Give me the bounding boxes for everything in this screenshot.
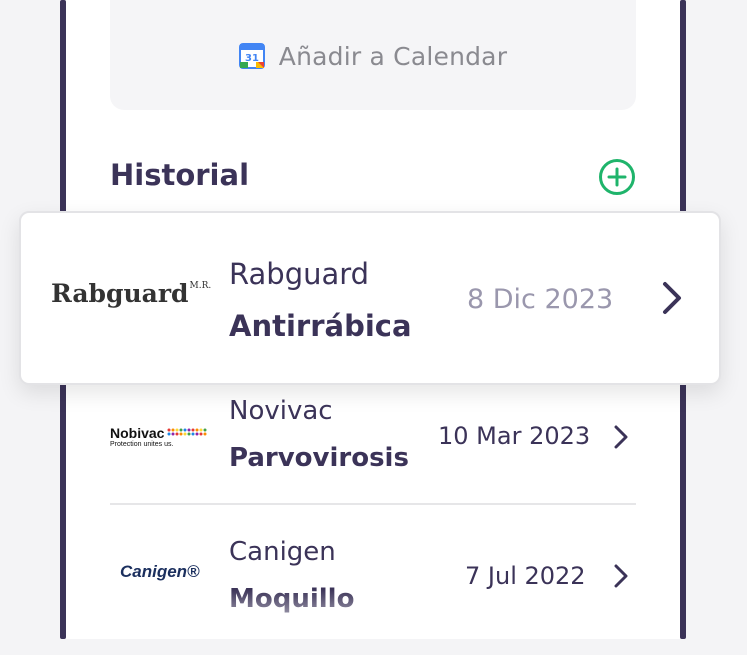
vaccine-name: Canigen [229, 537, 336, 567]
nobivac-logo: Nobivac Protection unites us. [110, 423, 209, 448]
vaccine-date: 7 Jul 2022 [465, 562, 586, 590]
vaccine-type: Parvovirosis [229, 443, 409, 473]
rabguard-logo: RabguardM.R. [51, 279, 212, 308]
plus-circle-icon[interactable] [597, 157, 637, 197]
add-to-calendar-label: Añadir a Calendar [278, 41, 508, 71]
vaccine-date: 10 Mar 2023 [438, 422, 591, 450]
chevron-right-icon [613, 564, 629, 592]
add-to-calendar-button[interactable]: 31 Añadir a Calendar [110, 30, 636, 82]
calendar-card: 31 Añadir a Calendar [110, 0, 636, 110]
list-item[interactable]: Canigen® Canigen Moquillo 7 Jul 2022 [110, 520, 636, 655]
vaccine-type: Moquillo [229, 584, 355, 614]
chevron-right-icon [661, 281, 683, 319]
vaccine-name: Rabguard [229, 257, 370, 291]
svg-text:31: 31 [245, 53, 259, 64]
chevron-right-icon [613, 425, 629, 453]
vaccine-card-highlighted[interactable]: RabguardM.R. Rabguard Antirrábica 8 Dic … [19, 211, 721, 385]
nobivac-dots-icon [167, 423, 209, 442]
canigen-logo: Canigen® [120, 562, 200, 581]
vaccine-name: Novivac [229, 396, 333, 426]
vaccine-date: 8 Dic 2023 [467, 284, 614, 315]
divider [110, 503, 636, 505]
section-title: Historial [110, 158, 250, 192]
vaccine-type: Antirrábica [229, 309, 412, 343]
google-calendar-icon: 31 [238, 42, 265, 70]
list-item[interactable]: Nobivac Protection unites us. Novivac Pa… [110, 385, 636, 520]
